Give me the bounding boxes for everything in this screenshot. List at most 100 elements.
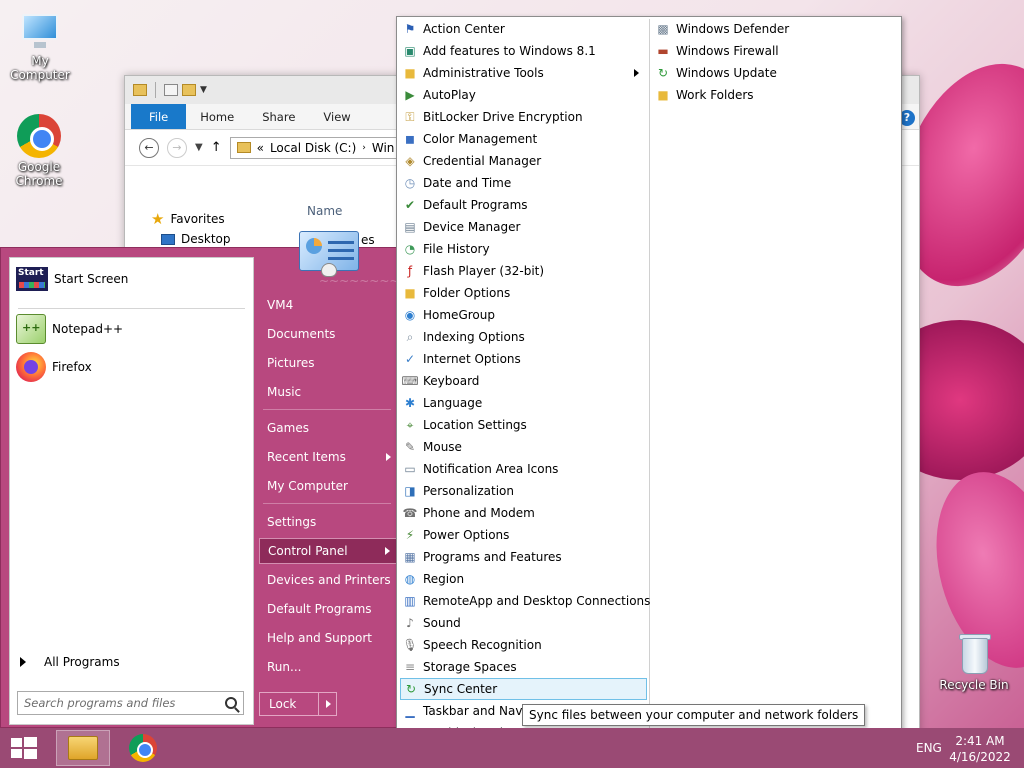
cp-item-windows-defender[interactable]: ▩ Windows Defender — [653, 18, 898, 40]
cp-item-power-options[interactable]: ⚡ Power Options — [400, 524, 647, 546]
cp-item-phone-and-modem[interactable]: ☎ Phone and Modem — [400, 502, 647, 524]
start-item-documents[interactable]: Documents — [259, 321, 397, 347]
cp-item-personalization[interactable]: ◨ Personalization — [400, 480, 647, 502]
tab-share[interactable]: Share — [248, 104, 309, 129]
cp-item-device-manager[interactable]: ▤ Device Manager — [400, 216, 647, 238]
desktop-icon-recycle-bin[interactable]: Recycle Bin — [934, 632, 1014, 692]
properties-icon[interactable] — [164, 84, 178, 96]
add-features-icon: ▣ — [404, 44, 416, 58]
cp-item-internet-options[interactable]: ✓ Internet Options — [400, 348, 647, 370]
start-item-games[interactable]: Games — [259, 415, 397, 441]
start-item-help-and-support[interactable]: Help and Support — [259, 625, 397, 651]
start-item-recent-items[interactable]: Recent Items — [259, 444, 397, 470]
cp-item-storage-spaces[interactable]: ≡ Storage Spaces — [400, 656, 647, 678]
new-folder-icon[interactable] — [182, 84, 196, 96]
address-chevron[interactable]: « — [257, 141, 264, 155]
forward-arrow-icon[interactable]: → — [167, 137, 187, 158]
language-indicator[interactable]: ENG — [916, 741, 942, 755]
clock[interactable]: 2:41 AM 4/16/2022 — [948, 733, 1012, 765]
search-programs-box[interactable] — [17, 691, 244, 715]
cp-item-remoteapp-and-desktop-connections[interactable]: ▥ RemoteApp and Desktop Connections — [400, 590, 650, 612]
cp-item-region[interactable]: ◍ Region — [400, 568, 647, 590]
cp-item-autoplay[interactable]: ▶ AutoPlay — [400, 84, 647, 106]
cp-item-keyboard[interactable]: ⌨ Keyboard — [400, 370, 647, 392]
notification-icon: ▭ — [404, 462, 416, 476]
start-item-settings[interactable]: Settings — [259, 509, 397, 535]
program-notepad-plus-plus[interactable]: Notepad++ — [16, 312, 123, 346]
nav-favorites[interactable]: ★ Favorites — [151, 210, 225, 228]
start-item-music[interactable]: Music — [259, 379, 397, 405]
program-label: Notepad++ — [52, 322, 124, 336]
cp-item-administrative-tools[interactable]: ■ Administrative Tools — [400, 62, 647, 84]
cp-item-flash-player-32-bit[interactable]: ƒ Flash Player (32-bit) — [400, 260, 647, 282]
lock-button[interactable]: Lock — [259, 692, 337, 716]
program-start-screen[interactable]: Start Start Screen — [16, 262, 128, 296]
start-item-default-programs[interactable]: Default Programs — [259, 596, 397, 622]
start-button[interactable] — [0, 728, 48, 768]
taskbar-chrome[interactable] — [116, 730, 170, 766]
tab-file[interactable]: File — [131, 104, 187, 129]
start-screen-icon: Start — [16, 267, 48, 291]
address-segment-arrow[interactable]: › — [362, 143, 366, 153]
cp-item-add-features-to-windows-8-1[interactable]: ▣ Add features to Windows 8.1 — [400, 40, 647, 62]
start-item-my-computer[interactable]: My Computer — [259, 473, 397, 499]
cp-item-label: Phone and Modem — [423, 506, 535, 520]
clock-icon: ◷ — [404, 176, 416, 190]
cp-item-programs-and-features[interactable]: ▦ Programs and Features — [400, 546, 647, 568]
cp-item-work-folders[interactable]: ■ Work Folders — [653, 84, 898, 106]
lock-label[interactable]: Lock — [260, 697, 318, 711]
search-input[interactable] — [24, 696, 214, 710]
cp-item-label: Internet Options — [423, 352, 521, 366]
taskbar-file-explorer[interactable] — [56, 730, 110, 766]
folder-icon[interactable] — [133, 84, 147, 96]
cp-item-label: Keyboard — [423, 374, 480, 388]
up-arrow-icon[interactable]: ↑ — [211, 140, 222, 155]
defender-icon: ▩ — [657, 22, 669, 36]
desktop-icon-my-computer[interactable]: My Computer — [0, 12, 80, 82]
start-item-vm4[interactable]: VM4 — [259, 292, 397, 318]
start-item-run[interactable]: Run... — [259, 654, 397, 680]
cp-item-language[interactable]: ✱ Language — [400, 392, 647, 414]
cp-item-speech-recognition[interactable]: 🎙 Speech Recognition — [400, 634, 647, 656]
sync-center-tooltip: Sync files between your computer and net… — [522, 704, 866, 726]
shutdown-options-chevron-icon[interactable] — [326, 700, 331, 708]
cp-item-location-settings[interactable]: ⌖ Location Settings — [400, 414, 647, 436]
cp-item-credential-manager[interactable]: ◈ Credential Manager — [400, 150, 647, 172]
cp-item-windows-update[interactable]: ↻ Windows Update — [653, 62, 898, 84]
cp-item-folder-options[interactable]: ■ Folder Options — [400, 282, 647, 304]
all-programs-label: All Programs — [44, 655, 120, 669]
address-segment[interactable]: Win — [372, 141, 395, 155]
folder-icon — [236, 142, 251, 153]
tab-view[interactable]: View — [309, 104, 364, 129]
program-firefox[interactable]: Firefox — [16, 350, 92, 384]
address-segment[interactable]: Local Disk (C:) — [270, 141, 356, 155]
cp-item-date-and-time[interactable]: ◷ Date and Time — [400, 172, 647, 194]
customize-toolbar-icon[interactable]: ▼ — [200, 85, 207, 95]
desktop-icon-google-chrome[interactable]: Google Chrome — [0, 114, 78, 188]
cp-item-notification-area-icons[interactable]: ▭ Notification Area Icons — [400, 458, 647, 480]
cp-item-mouse[interactable]: ✎ Mouse — [400, 436, 647, 458]
cp-item-label: Programs and Features — [423, 550, 562, 564]
cp-item-indexing-options[interactable]: ⌕ Indexing Options — [400, 326, 647, 348]
start-item-devices-and-printers[interactable]: Devices and Printers — [259, 567, 397, 593]
search-icon[interactable] — [225, 697, 237, 709]
cp-item-file-history[interactable]: ◔ File History — [400, 238, 647, 260]
start-item-control-panel[interactable]: Control Panel — [259, 538, 397, 564]
start-item-pictures[interactable]: Pictures — [259, 350, 397, 376]
cp-item-sound[interactable]: ♪ Sound — [400, 612, 647, 634]
tab-home[interactable]: Home — [186, 104, 248, 129]
nav-desktop[interactable]: Desktop — [161, 232, 231, 246]
cp-item-bitlocker-drive-encryption[interactable]: ⚿ BitLocker Drive Encryption — [400, 106, 647, 128]
cp-item-homegroup[interactable]: ◉ HomeGroup — [400, 304, 647, 326]
cp-item-color-management[interactable]: ◼ Color Management — [400, 128, 647, 150]
cp-item-sync-center[interactable]: ↻ Sync Center — [400, 678, 647, 700]
desktop-icon-label: Google Chrome — [15, 160, 63, 188]
all-programs-button[interactable]: All Programs — [20, 655, 120, 669]
cp-item-action-center[interactable]: ⚑ Action Center — [400, 18, 647, 40]
cp-item-windows-firewall[interactable]: ▬ Windows Firewall — [653, 40, 898, 62]
column-header-name[interactable]: Name — [307, 204, 342, 218]
desktop-icon — [161, 233, 175, 245]
recent-locations-icon[interactable]: ▼ — [195, 142, 203, 153]
cp-item-default-programs[interactable]: ✔ Default Programs — [400, 194, 647, 216]
back-arrow-icon[interactable]: ← — [139, 137, 159, 158]
